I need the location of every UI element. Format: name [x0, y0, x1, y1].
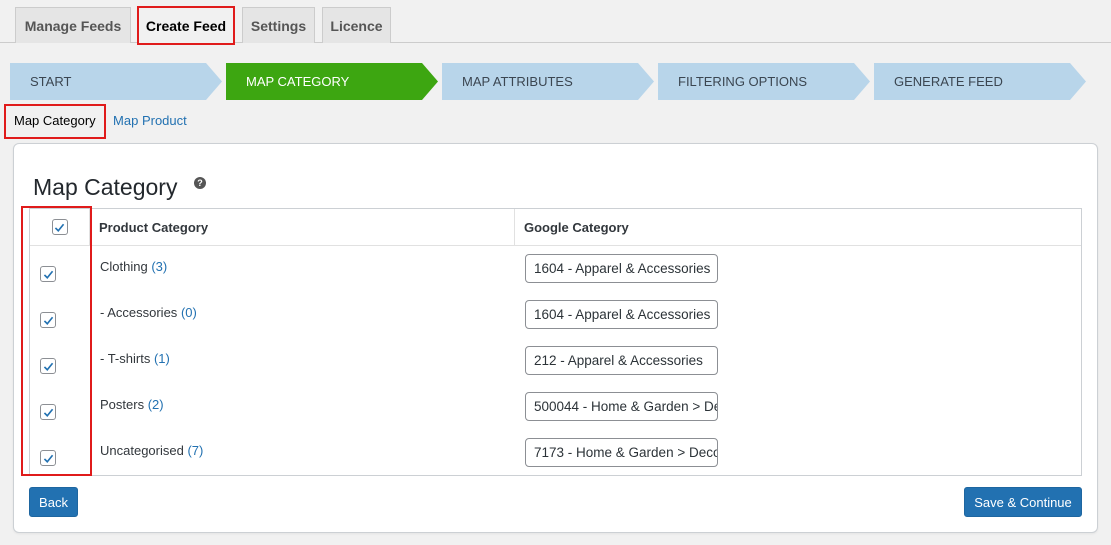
subnav-current: Map Category — [4, 104, 106, 139]
google-category-input[interactable]: 1604 - Apparel & Accessories — [525, 300, 718, 329]
checkmark-icon — [43, 454, 53, 463]
category-count[interactable]: (3) — [151, 259, 167, 274]
map-product-link[interactable]: Map Product — [113, 113, 187, 128]
step-map-attributes[interactable]: MAP ATTRIBUTES — [442, 63, 654, 100]
header-google-category: Google Category — [524, 219, 629, 235]
step-start[interactable]: START — [10, 63, 222, 100]
header-product-category: Product Category — [91, 209, 515, 245]
step-label: GENERATE FEED — [894, 74, 1003, 89]
checkmark-icon — [43, 270, 53, 279]
step-filtering-options[interactable]: FILTERING OPTIONS — [658, 63, 870, 100]
highlight-box — [4, 104, 106, 139]
tab-licence[interactable]: Licence — [322, 7, 391, 43]
step-label: START — [30, 74, 72, 89]
row-checkbox[interactable] — [40, 358, 56, 374]
back-button[interactable]: Back — [29, 487, 78, 517]
table-row: Clothing (3) 1604 - Apparel & Accessorie… — [30, 246, 1081, 292]
help-icon[interactable]: ? — [194, 177, 206, 189]
category-label: Uncategorised — [100, 443, 184, 458]
category-count[interactable]: (7) — [187, 443, 203, 458]
table-row: - T-shirts (1) 212 - Apparel & Accessori… — [30, 338, 1081, 384]
tab-label: Licence — [330, 17, 383, 34]
checkmark-icon — [43, 316, 53, 325]
category-label: Posters — [100, 397, 145, 412]
select-all-checkbox[interactable] — [51, 219, 68, 235]
nav-tabs: Manage Feeds Create Feed Settings Licenc… — [0, 0, 1111, 45]
step-label: FILTERING OPTIONS — [678, 74, 808, 89]
product-category-name: Uncategorised (7) — [100, 443, 203, 458]
category-label: - T-shirts — [100, 351, 151, 366]
row-checkbox[interactable] — [40, 266, 56, 282]
category-count[interactable]: (2) — [148, 397, 164, 412]
map-category-panel: Map Category ? Product Category Google C… — [13, 143, 1098, 533]
step-generate-feed[interactable]: GENERATE FEED — [874, 63, 1086, 100]
category-table: Product Category Google Category Clothin… — [29, 208, 1082, 476]
checkmark-icon — [54, 223, 65, 232]
checkmark-icon — [43, 362, 53, 371]
save-continue-button[interactable]: Save & Continue — [964, 487, 1082, 517]
google-category-input[interactable]: 1604 - Apparel & Accessories — [525, 254, 718, 283]
tab-create-feed[interactable]: Create Feed — [137, 6, 235, 45]
category-count[interactable]: (0) — [181, 305, 197, 320]
product-category-name: Posters (2) — [100, 397, 164, 412]
row-checkbox[interactable] — [40, 404, 56, 420]
header-checkbox-cell — [30, 209, 90, 245]
table-row: Posters (2) 500044 - Home & Garden > Dec… — [30, 384, 1081, 430]
category-label: - Accessories — [100, 305, 178, 320]
table-row: Uncategorised (7) 7173 - Home & Garden >… — [30, 430, 1081, 476]
sub-navigation: Map Category | Map Product — [4, 104, 187, 139]
google-category-input[interactable]: 500044 - Home & Garden > Decor — [525, 392, 718, 421]
product-category-name: Clothing (3) — [100, 259, 167, 274]
tab-label: Manage Feeds — [24, 17, 122, 34]
table-row: - Accessories (0) 1604 - Apparel & Acces… — [30, 292, 1081, 338]
tab-label: Settings — [250, 17, 307, 34]
row-checkbox[interactable] — [40, 312, 56, 328]
page-title: Map Category — [33, 174, 178, 200]
highlight-box — [137, 6, 235, 45]
product-category-name: - Accessories (0) — [100, 305, 197, 320]
google-category-input[interactable]: 212 - Apparel & Accessories — [525, 346, 718, 375]
table-header: Product Category Google Category — [30, 209, 1081, 246]
google-category-input[interactable]: 7173 - Home & Garden > Decor — [525, 438, 718, 467]
step-label: MAP CATEGORY — [246, 74, 350, 89]
row-checkbox[interactable] — [40, 450, 56, 466]
tab-manage-feeds[interactable]: Manage Feeds — [15, 7, 131, 43]
checkmark-icon — [43, 408, 53, 417]
product-category-name: - T-shirts (1) — [100, 351, 170, 366]
category-count[interactable]: (1) — [154, 351, 170, 366]
category-label: Clothing — [100, 259, 148, 274]
step-map-category[interactable]: MAP CATEGORY — [226, 63, 438, 100]
step-label: MAP ATTRIBUTES — [462, 74, 573, 89]
tab-settings[interactable]: Settings — [242, 7, 315, 43]
